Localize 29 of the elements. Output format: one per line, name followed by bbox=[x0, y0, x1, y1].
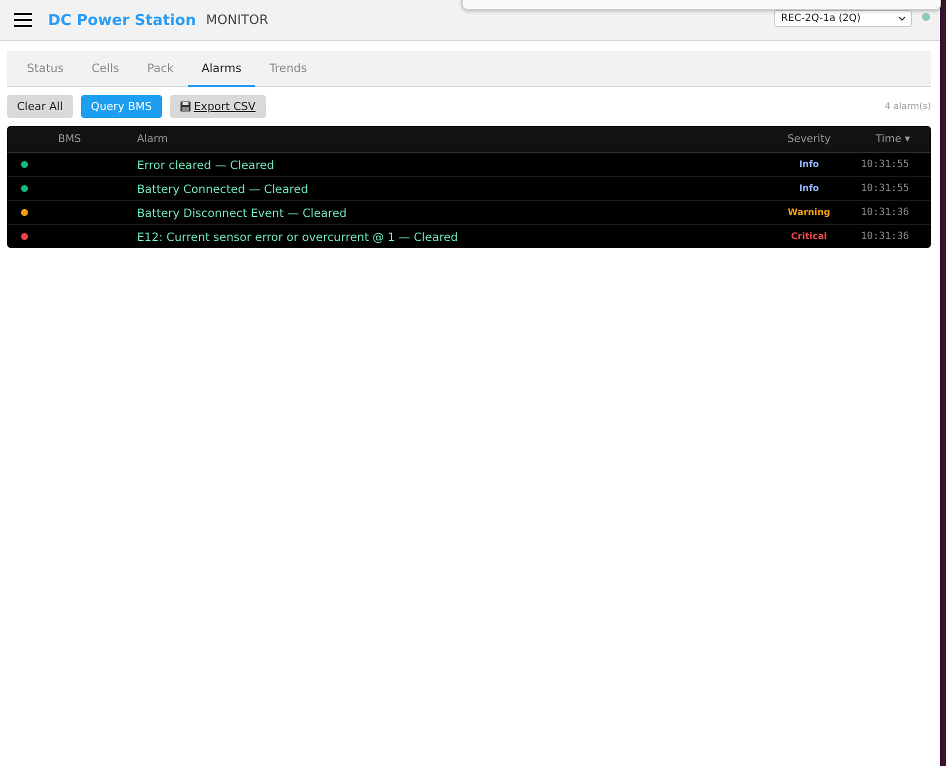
app-subtitle: MONITOR bbox=[206, 12, 268, 28]
alarm-time: 10:31:36 bbox=[860, 207, 910, 218]
severity-label: Critical bbox=[790, 232, 828, 242]
export-button[interactable]: Export CSV bbox=[170, 95, 266, 118]
menu-icon[interactable] bbox=[14, 13, 32, 27]
alarm-text: Error cleared — Cleared bbox=[137, 158, 276, 172]
alarm-text: Battery Connected — Cleared bbox=[137, 182, 310, 196]
alarm-row[interactable]: E12: Current sensor error or overcurrent @ 1 — Cleared Critical 10:31:36 bbox=[7, 225, 931, 248]
chevron-icon bbox=[898, 16, 906, 20]
column-header[interactable]: Severity bbox=[769, 133, 849, 145]
column-header[interactable]: Alarm bbox=[137, 133, 769, 145]
alarm-text: E12: Current sensor error or overcurrent @ 1 — Cleared bbox=[137, 230, 459, 244]
severity-label: Info bbox=[798, 184, 820, 194]
alarm-row[interactable]: Battery Disconnect Event — Cleared Warning 10:31:36 bbox=[7, 201, 931, 225]
alarm-count: 4 alarm(s) bbox=[884, 102, 931, 112]
alarm-row[interactable]: Error cleared — Cleared Info 10:31:55 bbox=[7, 153, 931, 177]
alarm-time: 10:31:55 bbox=[860, 159, 910, 170]
column-header[interactable]: BMS bbox=[47, 133, 137, 145]
alarm-time: 10:31:36 bbox=[860, 231, 910, 242]
alarm-row[interactable]: Battery Connected — Cleared Info 10:31:55 bbox=[7, 177, 931, 201]
app-title: DC Power Station bbox=[48, 11, 196, 29]
alarm-time: 10:31:55 bbox=[860, 183, 910, 194]
alarm-text: Battery Disconnect Event — Cleared bbox=[137, 206, 348, 220]
severity-label: Warning bbox=[786, 208, 832, 218]
column-header[interactable]: Time ▾ bbox=[849, 133, 931, 145]
tab[interactable]: Alarms bbox=[188, 51, 256, 87]
device-select[interactable]: REC-2Q-1a (2Q) bbox=[774, 10, 912, 26]
severity-label: Info bbox=[798, 160, 820, 170]
clear-button[interactable]: Clear All bbox=[7, 95, 73, 118]
